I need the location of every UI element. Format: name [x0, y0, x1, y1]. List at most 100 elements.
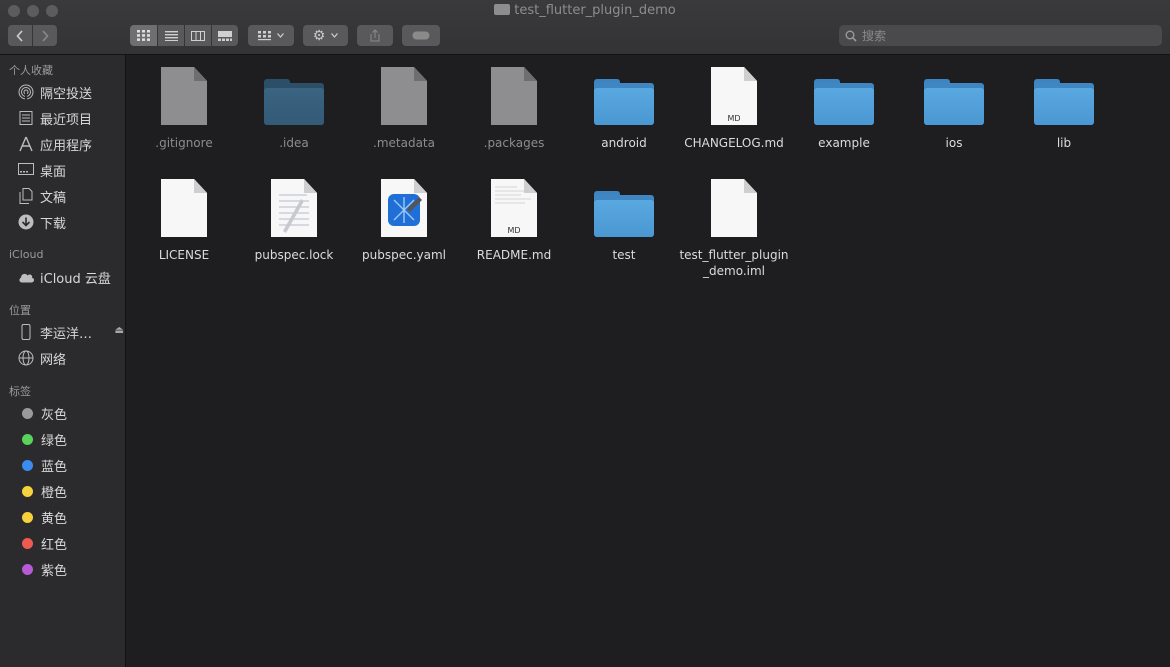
folder-item[interactable]: .idea	[239, 61, 349, 151]
file-item[interactable]: .packages	[459, 61, 569, 151]
forward-button[interactable]	[33, 25, 57, 46]
sidebar-item-recents[interactable]: 最近项目	[18, 107, 118, 129]
sidebar-item-label: 隔空投送	[40, 86, 93, 102]
sidebar-header-locations: 位置	[9, 304, 31, 317]
sidebar-item-documents[interactable]: 文稿	[18, 185, 118, 207]
file-name: pubspec.lock	[254, 248, 334, 262]
sidebar-item-label: 网络	[40, 352, 67, 368]
sidebar-item-label: 橙色	[41, 485, 68, 501]
file-item[interactable]: pubspec.yaml	[349, 173, 459, 263]
file-name: .gitignore	[155, 136, 213, 150]
folder-item[interactable]: android	[569, 61, 679, 151]
documents-icon	[18, 188, 34, 204]
document-icon	[161, 179, 207, 237]
sidebar-tag-orange[interactable]: 橙色	[18, 480, 118, 502]
folder-item[interactable]: test	[569, 173, 679, 263]
action-menu-button[interactable]: ⚙	[303, 25, 348, 46]
document-icon	[381, 67, 427, 125]
downloads-icon	[18, 214, 34, 230]
folder-item[interactable]: example	[789, 61, 899, 151]
window-title: test_flutter_plugin_demo	[0, 3, 1170, 18]
sidebar-tag-red[interactable]: 红色	[18, 532, 118, 554]
share-button[interactable]	[357, 25, 393, 46]
tag-dot-icon	[22, 459, 33, 471]
finder-window: test_flutter_plugin_demo ⚙ 搜索 个人收藏 隔空投送 …	[0, 0, 1170, 667]
file-name: LICENSE	[158, 248, 210, 262]
sidebar-item-desktop[interactable]: 桌面	[18, 159, 118, 181]
file-name: .metadata	[373, 136, 435, 150]
toolbar: test_flutter_plugin_demo ⚙ 搜索	[0, 0, 1170, 55]
file-name: README.md	[476, 248, 552, 262]
sidebar-item-label: 蓝色	[41, 459, 68, 475]
applications-icon	[18, 136, 34, 152]
sidebar-item-label: 桌面	[40, 164, 67, 180]
sidebar-tag-blue[interactable]: 蓝色	[18, 454, 118, 476]
search-input[interactable]	[862, 28, 1152, 43]
folder-icon	[924, 79, 984, 125]
sidebar-tag-purple[interactable]: 紫色	[18, 558, 118, 580]
sidebar-item-label: 红色	[41, 537, 68, 553]
file-name: ios	[945, 136, 963, 150]
folder-item[interactable]: lib	[1009, 61, 1119, 151]
back-button[interactable]	[8, 25, 32, 46]
file-name: android	[601, 136, 647, 150]
grid-icon	[137, 30, 150, 41]
sidebar-header-favorites: 个人收藏	[9, 64, 53, 77]
tag-dot-icon	[22, 433, 33, 445]
sidebar-item-label: 下载	[40, 216, 67, 232]
file-item[interactable]: test_flutter_plugin _demo.iml	[679, 173, 789, 279]
sidebar-item-network[interactable]: 网络	[18, 347, 118, 369]
file-item[interactable]: .gitignore	[129, 61, 239, 151]
sidebar-tag-gray[interactable]: 灰色	[18, 402, 118, 424]
icon-view-button[interactable]	[130, 25, 157, 46]
xcode-document-icon	[381, 179, 427, 237]
sidebar-item-icloud-drive[interactable]: iCloud 云盘	[18, 266, 118, 288]
sidebar-item-applications[interactable]: 应用程序	[18, 133, 118, 155]
file-name: lib	[1056, 136, 1072, 150]
folder-icon	[594, 79, 654, 125]
search-icon	[845, 30, 857, 42]
file-name-line-1: test_flutter_plugin	[679, 248, 789, 262]
sidebar-item-label: 最近项目	[40, 112, 93, 128]
network-icon	[18, 350, 34, 366]
list-view-button[interactable]	[158, 25, 184, 46]
file-name-line-2: _demo.iml	[703, 264, 765, 278]
sidebar: 个人收藏 隔空投送 最近项目 应用程序 桌面 文稿 下载 iCloud iClo…	[0, 55, 126, 667]
folder-icon	[264, 79, 324, 125]
file-name: pubspec.yaml	[362, 248, 446, 262]
file-item[interactable]: .metadata	[349, 61, 459, 151]
folder-icon	[1034, 79, 1094, 125]
chevron-right-icon	[42, 29, 49, 42]
sidebar-tag-green[interactable]: 绿色	[18, 428, 118, 450]
iphone-icon	[18, 324, 34, 340]
airdrop-icon	[18, 84, 34, 100]
folder-icon	[494, 4, 511, 15]
sidebar-item-label: 黄色	[41, 511, 68, 527]
file-name: .idea	[279, 136, 309, 150]
search-field[interactable]	[839, 25, 1162, 46]
file-item[interactable]: pubspec.lock	[239, 173, 349, 263]
sidebar-item-label: 文稿	[40, 190, 67, 206]
tag-icon	[412, 31, 430, 40]
sidebar-item-iphone[interactable]: 李运洋… ⏏	[18, 321, 124, 343]
file-name: .packages	[483, 136, 545, 150]
gallery-icon	[218, 30, 232, 41]
file-item[interactable]: MD README.md	[459, 173, 569, 263]
gallery-view-button[interactable]	[212, 25, 238, 46]
sidebar-item-airdrop[interactable]: 隔空投送	[18, 81, 118, 103]
sidebar-header-icloud: iCloud	[9, 248, 44, 261]
list-icon	[164, 30, 178, 41]
chevron-down-icon	[331, 33, 339, 38]
file-item[interactable]: LICENSE	[129, 173, 239, 263]
eject-icon[interactable]: ⏏	[115, 325, 124, 336]
group-by-button[interactable]	[248, 25, 294, 46]
sidebar-tag-yellow[interactable]: 黄色	[18, 506, 118, 528]
sidebar-item-downloads[interactable]: 下载	[18, 211, 118, 233]
view-mode-segment	[130, 25, 238, 46]
folder-item[interactable]: ios	[899, 61, 1009, 151]
sidebar-item-label: 绿色	[41, 433, 68, 449]
folder-icon	[814, 79, 874, 125]
file-item[interactable]: MD CHANGELOG.md	[679, 61, 789, 151]
tag-button[interactable]	[402, 25, 440, 46]
column-view-button[interactable]	[185, 25, 211, 46]
